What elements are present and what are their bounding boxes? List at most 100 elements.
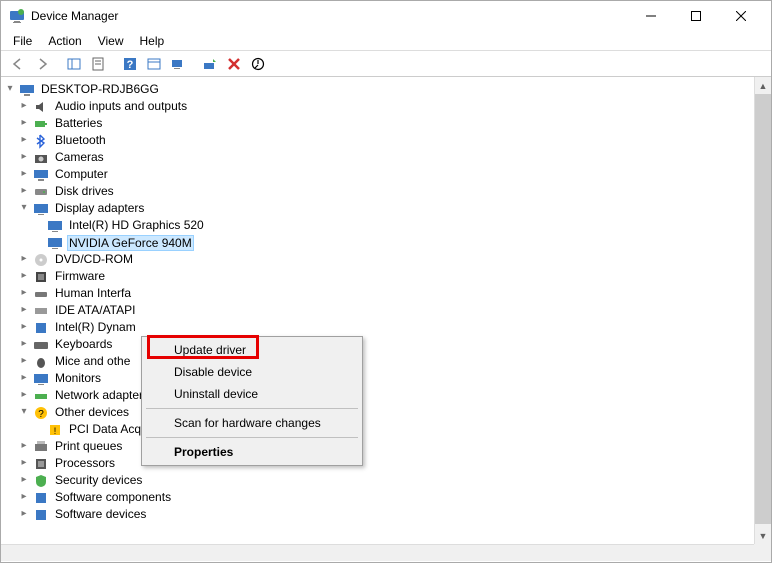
context-scan-hardware[interactable]: Scan for hardware changes: [144, 412, 360, 434]
computer-icon: [19, 82, 35, 98]
tree-nvidia[interactable]: NVIDIA GeForce 940M: [3, 234, 769, 251]
collapse-icon[interactable]: ▾: [17, 406, 31, 420]
svg-text:?: ?: [127, 59, 134, 71]
expand-icon[interactable]: ▸: [17, 321, 31, 335]
expand-icon[interactable]: ▸: [17, 355, 31, 369]
toolbar: ?: [1, 51, 771, 77]
tree-audio[interactable]: ▸Audio inputs and outputs: [3, 98, 769, 115]
tree-root[interactable]: ▾ DESKTOP-RDJB6GG: [3, 81, 769, 98]
scroll-down-button[interactable]: ▼: [755, 527, 771, 544]
tree-network[interactable]: ▸Network adapters: [3, 387, 769, 404]
selected-device-label: NVIDIA GeForce 940M: [67, 235, 194, 251]
disable-button[interactable]: [247, 53, 269, 75]
properties-button[interactable]: [87, 53, 109, 75]
tree-processors[interactable]: ▸Processors: [3, 455, 769, 472]
scroll-thumb[interactable]: [755, 94, 771, 524]
context-uninstall-device[interactable]: Uninstall device: [144, 383, 360, 405]
hid-icon: [33, 286, 49, 302]
expand-icon[interactable]: ▸: [17, 372, 31, 386]
expand-icon[interactable]: ▸: [17, 491, 31, 505]
tree-mice[interactable]: ▸Mice and othe: [3, 353, 769, 370]
tree-monitors[interactable]: ▸Monitors: [3, 370, 769, 387]
menu-action[interactable]: Action: [40, 32, 89, 50]
tree-keyboards[interactable]: ▸Keyboards: [3, 336, 769, 353]
action-button[interactable]: [143, 53, 165, 75]
ide-icon: [33, 303, 49, 319]
tree-ide[interactable]: ▸IDE ATA/ATAPI: [3, 302, 769, 319]
expand-icon[interactable]: ▸: [17, 270, 31, 284]
expand-icon[interactable]: ▸: [17, 117, 31, 131]
expand-icon[interactable]: ▾: [3, 83, 17, 97]
camera-icon: [33, 150, 49, 166]
software-icon: [33, 507, 49, 523]
tree-display[interactable]: ▾Display adapters: [3, 200, 769, 217]
tree-software-devices[interactable]: ▸Software devices: [3, 506, 769, 523]
expand-icon[interactable]: ▸: [17, 474, 31, 488]
horizontal-scrollbar[interactable]: [1, 544, 754, 561]
tree-computer[interactable]: ▸Computer: [3, 166, 769, 183]
context-update-driver[interactable]: Update driver: [144, 339, 360, 361]
forward-button[interactable]: [31, 53, 53, 75]
display-icon: [33, 201, 49, 217]
tree-software-components[interactable]: ▸Software components: [3, 489, 769, 506]
window-title: Device Manager: [31, 9, 628, 23]
tree-dvd[interactable]: ▸DVD/CD-ROM: [3, 251, 769, 268]
expand-icon[interactable]: ▸: [17, 151, 31, 165]
tree-firmware[interactable]: ▸Firmware: [3, 268, 769, 285]
firmware-icon: [33, 269, 49, 285]
computer-icon: [33, 167, 49, 183]
expand-icon[interactable]: ▸: [17, 287, 31, 301]
tree-disk[interactable]: ▸Disk drives: [3, 183, 769, 200]
tree-hid[interactable]: ▸Human Interfa: [3, 285, 769, 302]
update-driver-button[interactable]: [199, 53, 221, 75]
tree-cameras[interactable]: ▸Cameras: [3, 149, 769, 166]
expand-icon[interactable]: ▸: [17, 457, 31, 471]
context-separator: [146, 437, 358, 438]
expand-icon[interactable]: ▸: [17, 185, 31, 199]
expand-icon[interactable]: ▸: [17, 389, 31, 403]
tree-security[interactable]: ▸Security devices: [3, 472, 769, 489]
expand-icon[interactable]: ▸: [17, 253, 31, 267]
mouse-icon: [33, 354, 49, 370]
tree-intel-dynamic[interactable]: ▸Intel(R) Dynam: [3, 319, 769, 336]
display-adapter-icon: [47, 235, 63, 251]
tree-bluetooth[interactable]: ▸Bluetooth: [3, 132, 769, 149]
scroll-up-button[interactable]: ▲: [755, 77, 771, 94]
context-disable-device[interactable]: Disable device: [144, 361, 360, 383]
collapse-icon[interactable]: ▾: [17, 202, 31, 216]
content-area: ▾ DESKTOP-RDJB6GG ▸Audio inputs and outp…: [1, 77, 771, 561]
expand-icon[interactable]: ▸: [17, 100, 31, 114]
help-button[interactable]: ?: [119, 53, 141, 75]
uninstall-button[interactable]: [223, 53, 245, 75]
expand-icon[interactable]: ▸: [17, 508, 31, 522]
svg-text:?: ?: [38, 409, 44, 420]
expand-icon[interactable]: ▸: [17, 338, 31, 352]
menu-view[interactable]: View: [90, 32, 132, 50]
menu-help[interactable]: Help: [132, 32, 173, 50]
scan-hardware-button[interactable]: [167, 53, 189, 75]
minimize-button[interactable]: [628, 2, 673, 31]
tree-batteries[interactable]: ▸Batteries: [3, 115, 769, 132]
expand-icon[interactable]: ▸: [17, 168, 31, 182]
device-tree[interactable]: ▾ DESKTOP-RDJB6GG ▸Audio inputs and outp…: [1, 77, 771, 527]
tree-pci[interactable]: !PCI Data Acquisition and Signal Process…: [3, 421, 769, 438]
processor-icon: [33, 456, 49, 472]
tree-intel-gfx[interactable]: Intel(R) HD Graphics 520: [3, 217, 769, 234]
expand-icon[interactable]: ▸: [17, 440, 31, 454]
context-menu: Update driver Disable device Uninstall d…: [141, 336, 363, 466]
context-properties[interactable]: Properties: [144, 441, 360, 463]
back-button[interactable]: [7, 53, 29, 75]
tree-print[interactable]: ▸Print queues: [3, 438, 769, 455]
expand-icon[interactable]: ▸: [17, 134, 31, 148]
dvd-icon: [33, 252, 49, 268]
show-hide-tree-button[interactable]: [63, 53, 85, 75]
menu-file[interactable]: File: [5, 32, 40, 50]
maximize-button[interactable]: [673, 2, 718, 31]
vertical-scrollbar[interactable]: ▲ ▼: [754, 77, 771, 544]
close-button[interactable]: [718, 2, 763, 31]
other-devices-icon: ?: [33, 405, 49, 421]
tree-other[interactable]: ▾?Other devices: [3, 404, 769, 421]
tree-root-label: DESKTOP-RDJB6GG: [39, 81, 161, 98]
printer-icon: [33, 439, 49, 455]
expand-icon[interactable]: ▸: [17, 304, 31, 318]
